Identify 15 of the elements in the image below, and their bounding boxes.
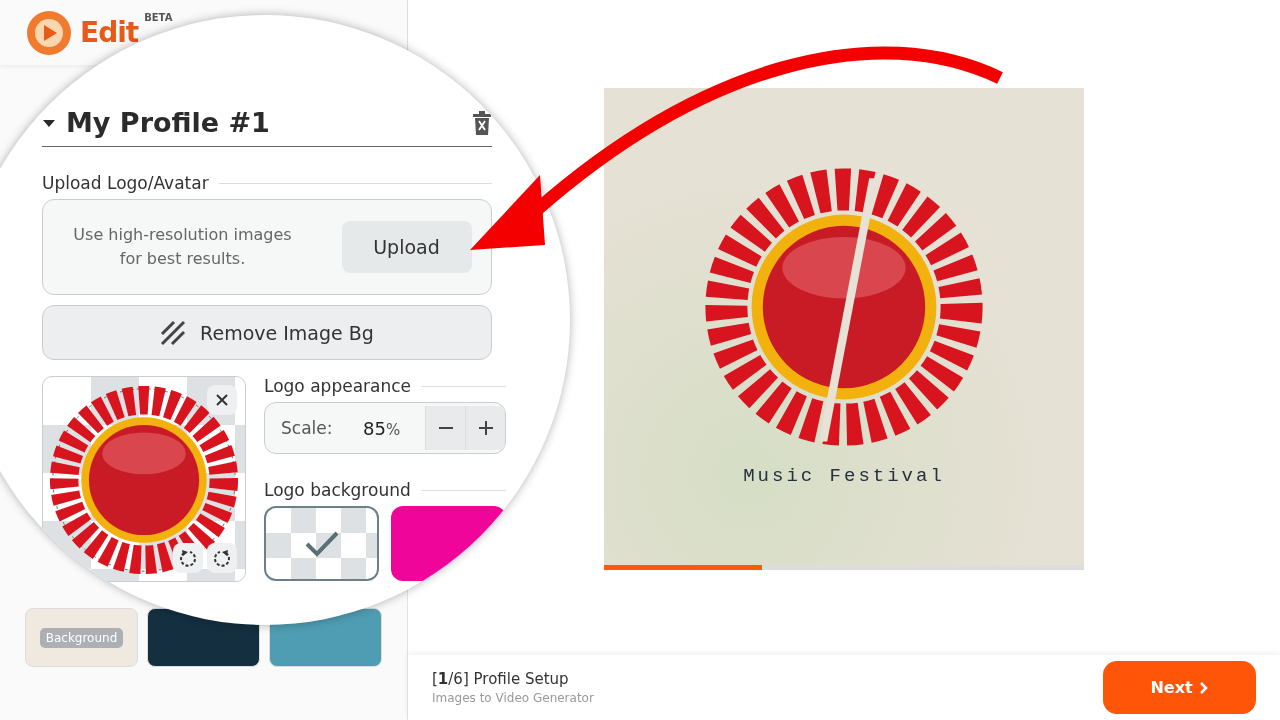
section-label: Upload Logo/Avatar: [42, 173, 209, 193]
scale-value: 85%: [363, 417, 402, 439]
profile-title: My Profile #1: [66, 107, 271, 138]
step-subtitle: Images to Video Generator: [432, 691, 594, 705]
upload-hint: Use high-resolution images for best results.: [72, 224, 293, 270]
upload-button[interactable]: Upload: [341, 221, 472, 273]
remove-bg-button[interactable]: Remove Image Bg: [42, 305, 492, 360]
step-title: [1/6] Profile Setup: [432, 670, 570, 688]
section-label: Logo appearance: [264, 376, 412, 396]
scale-label: Scale:: [281, 418, 334, 438]
preview-caption: Music Festival: [743, 464, 945, 487]
section-label: Logo background: [264, 480, 411, 500]
app-logo-text: Edit: [80, 16, 139, 49]
beta-label: BETA: [144, 12, 173, 23]
tile-label: Background: [39, 627, 124, 648]
